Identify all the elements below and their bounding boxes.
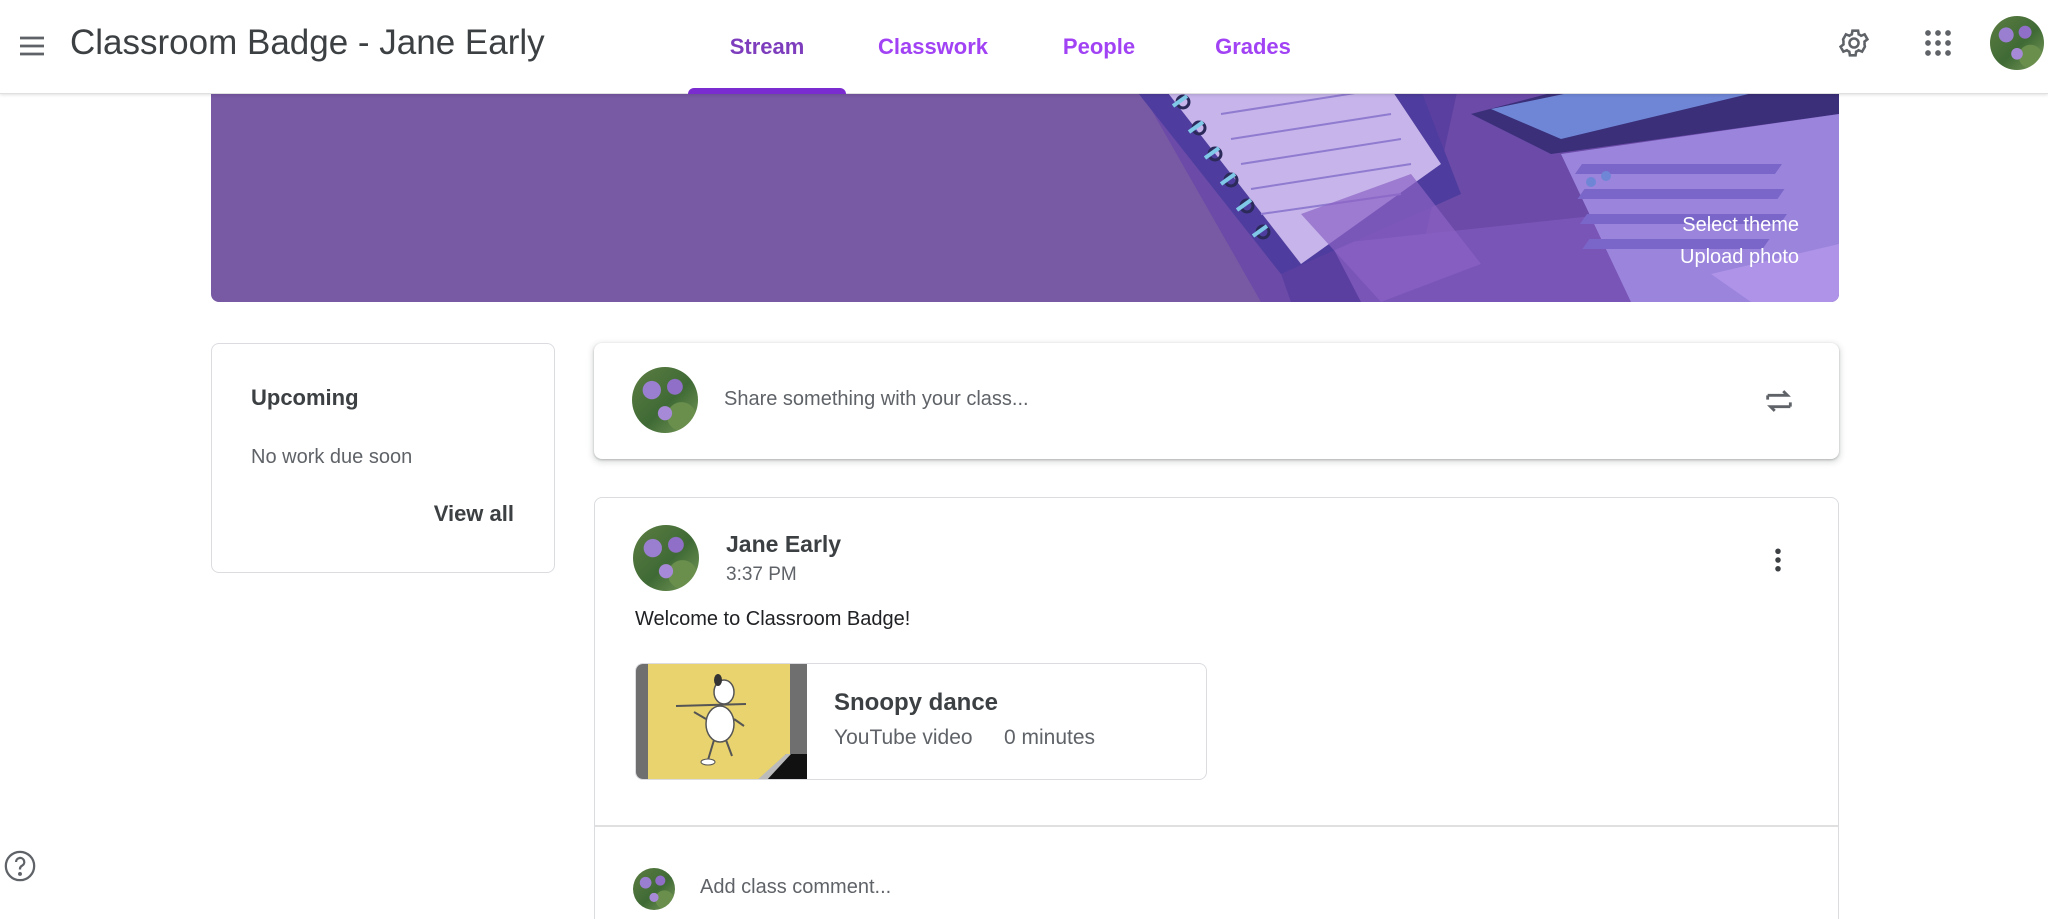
- view-all-link[interactable]: View all: [434, 501, 514, 527]
- help-icon: [4, 850, 36, 882]
- class-banner: Select theme Upload photo: [211, 94, 1839, 302]
- post-author: Jane Early: [726, 531, 842, 557]
- attachment-title: Snoopy dance: [834, 689, 999, 716]
- upcoming-card: Upcoming No work due soon View all: [211, 343, 555, 573]
- upcoming-empty-text: No work due soon: [251, 446, 413, 468]
- gear-icon: [1838, 29, 1870, 57]
- post-divider: [595, 825, 1838, 827]
- upload-photo-button[interactable]: Upload photo: [1680, 246, 1799, 269]
- tab-classwork[interactable]: Classwork: [846, 0, 1020, 94]
- video-thumbnail: [636, 664, 807, 779]
- share-announcement-box[interactable]: Share something with your class...: [594, 343, 1839, 459]
- main-menu-button[interactable]: [8, 22, 56, 70]
- tab-stream[interactable]: Stream: [688, 0, 846, 94]
- class-tabs: Stream Classwork People Grades: [688, 0, 1328, 94]
- post-options-button[interactable]: [1754, 536, 1802, 584]
- classroom-app: Classroom Badge - Jane Early Stream Clas…: [0, 0, 2048, 919]
- class-settings-button[interactable]: [1830, 19, 1878, 67]
- hamburger-menu-icon: [20, 36, 44, 56]
- attachment-type: YouTube video: [834, 726, 973, 749]
- commenter-avatar: [633, 868, 675, 910]
- top-app-bar: Classroom Badge - Jane Early Stream Clas…: [0, 0, 2048, 94]
- banner-illustration: [1138, 94, 1839, 302]
- announcement-post: Jane Early 3:37 PM Welcome to Classroom …: [594, 497, 1839, 919]
- select-theme-button[interactable]: Select theme: [1682, 214, 1799, 237]
- snoopy-thumbnail-image: [675, 674, 807, 779]
- attachment-duration: 0 minutes: [1004, 726, 1096, 749]
- share-placeholder[interactable]: Share something with your class...: [724, 388, 1029, 411]
- tab-grades[interactable]: Grades: [1178, 0, 1328, 94]
- google-apps-button[interactable]: [1914, 19, 1962, 67]
- class-comment-input[interactable]: Add class comment...: [700, 876, 891, 899]
- author-avatar: [633, 525, 699, 591]
- tab-people[interactable]: People: [1020, 0, 1178, 94]
- account-avatar[interactable]: [1990, 16, 2044, 70]
- repost-icon: [1766, 390, 1792, 412]
- more-vert-icon: [1775, 548, 1781, 572]
- class-title[interactable]: Classroom Badge - Jane Early: [70, 22, 545, 64]
- post-timestamp: 3:37 PM: [726, 564, 797, 585]
- apps-grid-icon: [1925, 30, 1951, 56]
- post-text: Welcome to Classroom Badge!: [635, 608, 911, 630]
- reuse-post-button[interactable]: [1755, 377, 1803, 425]
- upcoming-title: Upcoming: [251, 385, 359, 410]
- help-button[interactable]: [2, 848, 38, 884]
- user-avatar: [632, 367, 698, 433]
- video-attachment[interactable]: Snoopy dance YouTube video 0 minutes: [635, 663, 1207, 780]
